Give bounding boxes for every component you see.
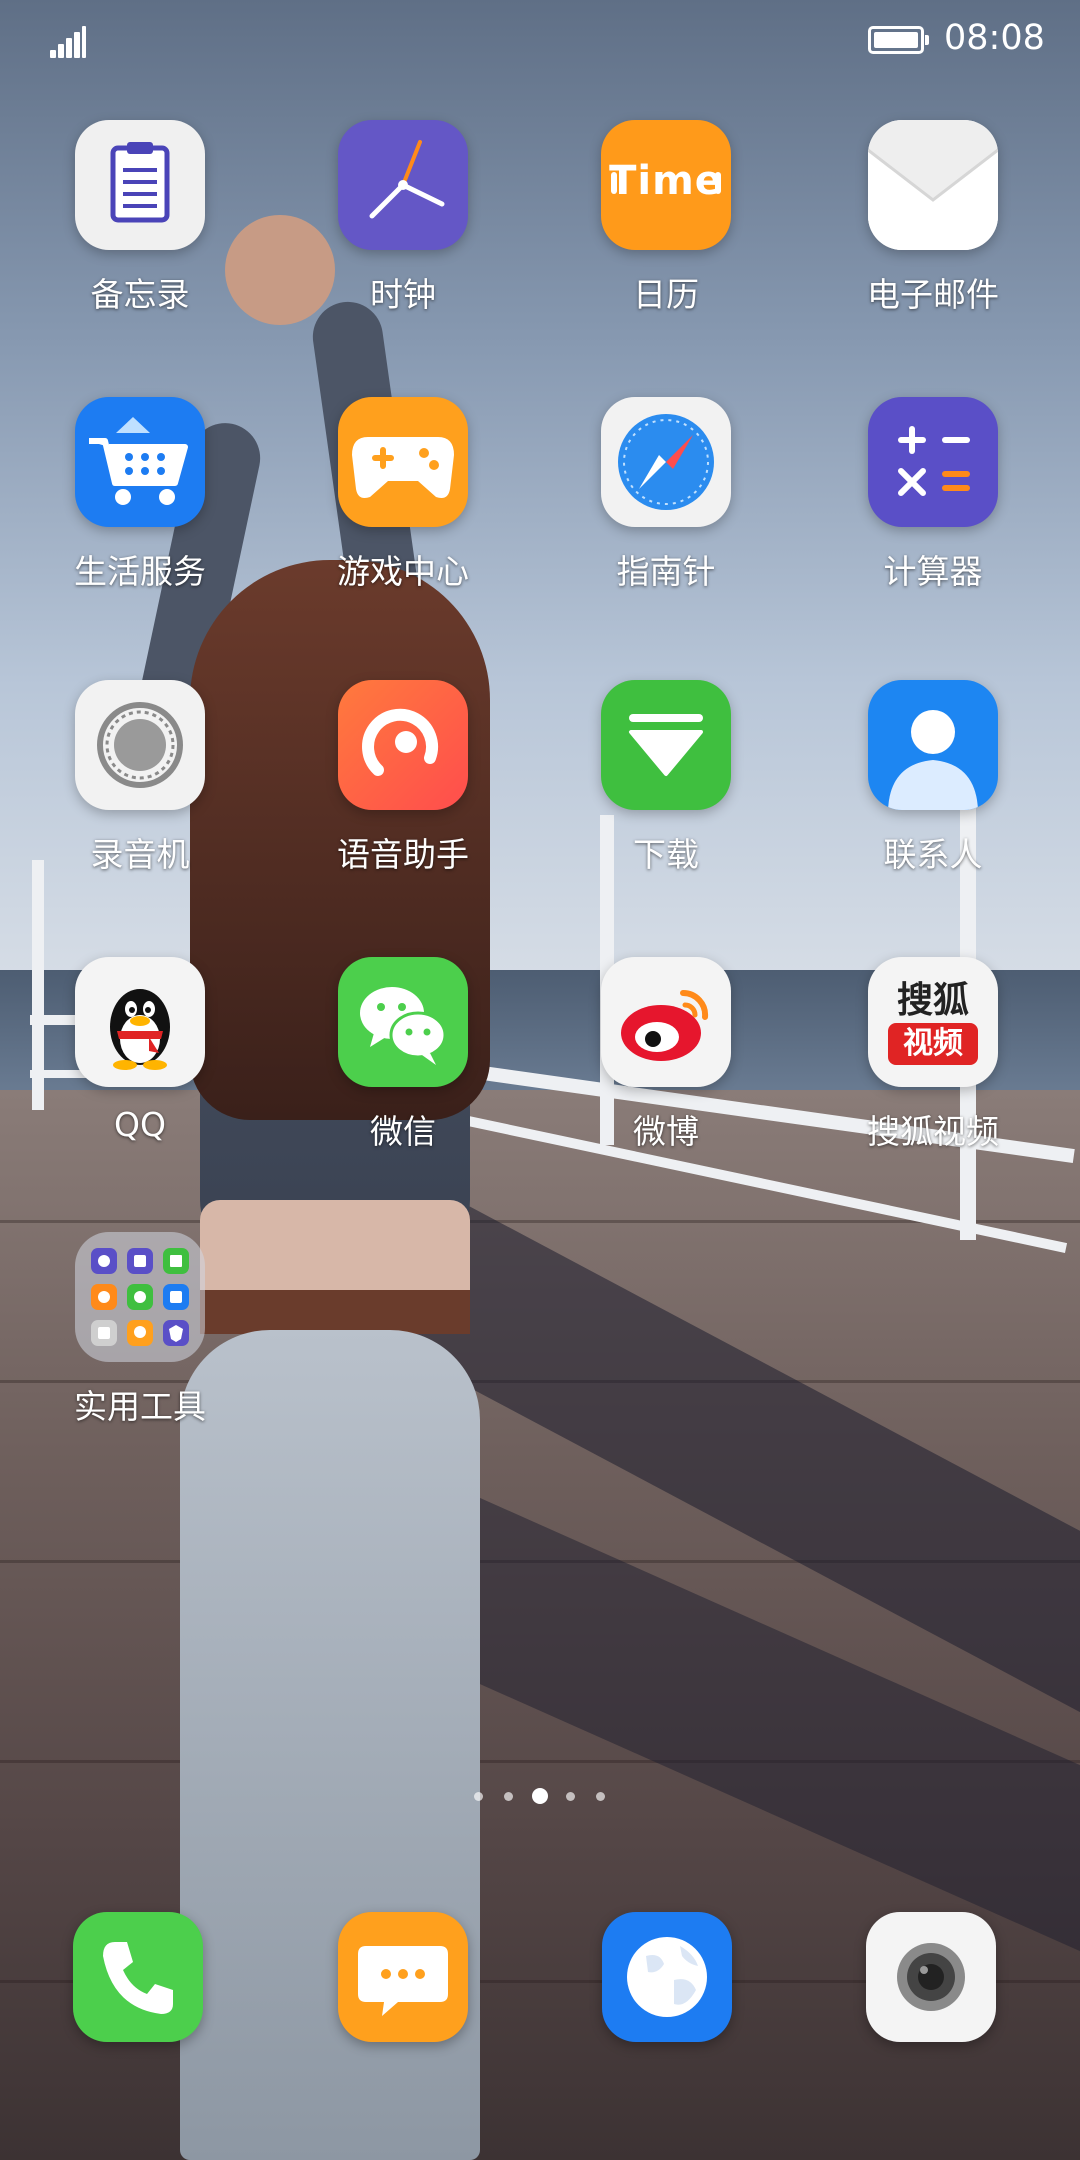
status-time: 08:08 xyxy=(944,18,1045,58)
sohu-video-icon: 搜狐 视频 xyxy=(868,957,998,1087)
app-qq[interactable]: QQ xyxy=(40,957,240,1144)
app-life-services[interactable]: 生活服务 xyxy=(40,397,240,593)
camera-icon xyxy=(897,1943,965,2011)
tools-folder-icon xyxy=(75,1232,205,1362)
contacts-icon xyxy=(868,680,998,810)
calculator-icon xyxy=(868,397,998,527)
app-voice-assistant[interactable]: 语音助手 xyxy=(303,680,503,876)
app-email[interactable]: 电子邮件 xyxy=(833,120,1033,316)
message-icon xyxy=(358,1946,448,2016)
app-label: 微信 xyxy=(370,1112,436,1151)
app-contacts[interactable]: 联系人 xyxy=(833,680,1033,876)
app-label: 搜狐视频 xyxy=(867,1112,999,1151)
app-wechat[interactable]: 微信 xyxy=(303,957,503,1153)
app-label: 电子邮件 xyxy=(867,275,999,314)
app-label: 生活服务 xyxy=(74,552,206,591)
dock-phone[interactable] xyxy=(73,1912,203,2042)
status-bar: 08:08 xyxy=(0,0,1080,80)
app-label: 计算器 xyxy=(883,552,983,591)
voice-assistant-icon xyxy=(338,680,468,810)
page-indicator xyxy=(470,1786,610,1806)
app-label: 联系人 xyxy=(883,835,983,874)
gamepad-icon xyxy=(338,397,468,527)
dock-camera[interactable] xyxy=(866,1912,996,2042)
app-compass[interactable]: 指南针 xyxy=(566,397,766,593)
recorder-icon xyxy=(75,680,205,810)
sohu-icon-text-top: 搜狐 xyxy=(896,980,969,1021)
wechat-icon xyxy=(338,957,468,1087)
app-label: 时钟 xyxy=(370,275,436,314)
app-download[interactable]: 下载 xyxy=(566,680,766,876)
folder-tools[interactable]: 实用工具 xyxy=(40,1232,240,1428)
folder-label: 实用工具 xyxy=(74,1387,206,1426)
sohu-icon-text-bottom: 视频 xyxy=(888,1023,978,1065)
app-recorder[interactable]: 录音机 xyxy=(40,680,240,876)
dock-messages[interactable] xyxy=(338,1912,468,2042)
app-label: QQ xyxy=(114,1105,166,1144)
app-label: 录音机 xyxy=(90,835,190,874)
qq-penguin-icon xyxy=(75,957,205,1087)
shopping-cart-icon xyxy=(75,397,205,527)
page-dot[interactable] xyxy=(596,1792,605,1801)
app-label: 下载 xyxy=(633,835,699,874)
email-icon xyxy=(868,120,998,250)
signal-icon xyxy=(50,24,86,58)
app-sohu-video[interactable]: 搜狐 视频 搜狐视频 xyxy=(833,957,1033,1153)
page-dot[interactable] xyxy=(504,1792,513,1801)
page-dot[interactable] xyxy=(566,1792,575,1801)
page-dot-active[interactable] xyxy=(532,1788,548,1804)
app-label: 游戏中心 xyxy=(337,552,469,591)
battery-icon xyxy=(868,26,929,54)
phone-icon xyxy=(103,1942,173,2014)
app-label: 微博 xyxy=(633,1112,699,1151)
app-label: 日历 xyxy=(633,275,699,314)
app-label: 指南针 xyxy=(616,552,716,591)
page-dot[interactable] xyxy=(474,1792,483,1801)
app-calculator[interactable]: 计算器 xyxy=(833,397,1033,593)
calendar-icon-text: Time xyxy=(609,158,723,204)
calendar-icon: Time xyxy=(601,120,731,250)
app-label: 语音助手 xyxy=(337,835,469,874)
memo-icon xyxy=(75,120,205,250)
globe-icon xyxy=(627,1937,707,2017)
app-label: 备忘录 xyxy=(90,275,190,314)
app-calendar[interactable]: Time 日历 xyxy=(566,120,766,316)
weibo-icon xyxy=(601,957,731,1087)
app-memo[interactable]: 备忘录 xyxy=(40,120,240,316)
download-icon xyxy=(601,680,731,810)
app-weibo[interactable]: 微博 xyxy=(566,957,766,1153)
clock-icon xyxy=(338,120,468,250)
app-clock[interactable]: 时钟 xyxy=(303,120,503,316)
dock-browser[interactable] xyxy=(602,1912,732,2042)
app-game-center[interactable]: 游戏中心 xyxy=(303,397,503,593)
compass-icon xyxy=(601,397,731,527)
